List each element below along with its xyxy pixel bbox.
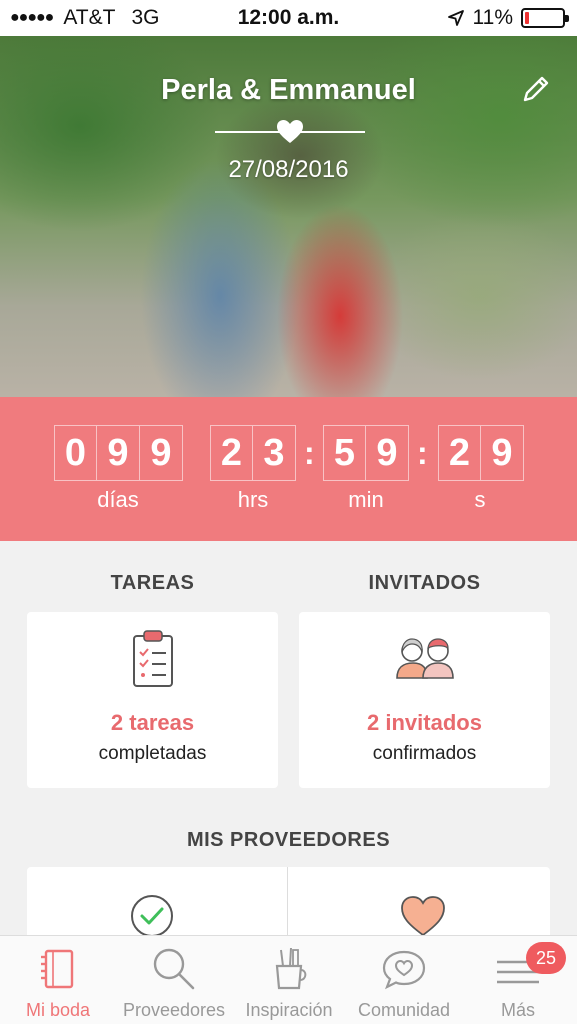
tasks-count: 2 tareas <box>110 710 195 735</box>
location-arrow-icon <box>447 10 464 26</box>
tab-inspiracion[interactable]: Inspiración <box>236 936 342 1024</box>
seconds-label: s <box>474 487 486 512</box>
battery-icon <box>521 8 569 28</box>
minutes-digit: 9 <box>366 425 409 481</box>
hours-digit: 3 <box>253 425 296 481</box>
status-right: 11% <box>447 6 569 30</box>
countdown-seconds: 2 9 <box>438 425 524 481</box>
seconds-digit: 9 <box>481 425 524 481</box>
hours-digit: 2 <box>210 425 253 481</box>
chat-heart-icon <box>382 950 426 990</box>
guests-count: 2 invitados <box>367 710 482 735</box>
tasks-subtitle: completadas <box>98 743 207 764</box>
check-circle-icon <box>131 895 173 937</box>
notebook-icon <box>41 949 74 989</box>
countdown-minutes: 5 9 <box>323 425 409 481</box>
search-icon <box>153 948 195 990</box>
guests-card[interactable]: 2 invitados confirmados <box>299 612 550 788</box>
tab-label: Mi boda <box>25 1000 91 1020</box>
heart-icon <box>401 896 445 937</box>
tab-label: Más <box>500 1000 535 1020</box>
tab-label: Proveedores <box>122 1000 226 1020</box>
battery-percent: 11% <box>472 6 513 29</box>
tab-mas[interactable]: Más 25 <box>478 936 566 1024</box>
tasks-heading: TAREAS <box>110 572 195 594</box>
tab-mi-boda[interactable]: Mi boda <box>8 936 108 1024</box>
days-digit: 0 <box>54 425 97 481</box>
tab-comunidad[interactable]: Comunidad <box>350 936 458 1024</box>
notification-badge: 25 <box>526 942 566 974</box>
tasks-card[interactable]: 2 tareas completadas <box>27 612 278 788</box>
edit-pencil-icon[interactable] <box>519 72 553 106</box>
guests-couple-icon <box>395 638 454 679</box>
tools-cup-icon <box>275 947 307 990</box>
countdown-hours: 2 3 <box>210 425 296 481</box>
countdown-days: 0 9 9 <box>54 425 183 481</box>
seconds-digit: 2 <box>438 425 481 481</box>
countdown-panel: 0 9 9 2 3 : 5 9 : 2 9 días hrs min s <box>0 397 577 541</box>
clipboard-checklist-icon <box>132 630 173 687</box>
tab-label: Inspiración <box>245 1000 333 1020</box>
minutes-label: min <box>348 487 384 512</box>
days-label: días <box>97 487 139 512</box>
minutes-digit: 5 <box>323 425 366 481</box>
heart-icon <box>277 120 303 143</box>
couple-photo-header: Perla & Emmanuel 27/08/2016 <box>0 36 577 397</box>
battery-level <box>525 12 529 24</box>
bottom-tab-bar: Mi boda Proveedores Inspiración Comunida… <box>0 935 577 1024</box>
time-separator: : <box>417 435 428 471</box>
guests-heading: INVITADOS <box>368 572 481 594</box>
couple-names: Perla & Emmanuel <box>161 74 416 106</box>
tab-proveedores[interactable]: Proveedores <box>116 936 232 1024</box>
status-bar: ●●●●● AT&T 3G 12:00 a.m. 11% <box>0 0 577 36</box>
hero-divider <box>215 120 365 143</box>
tab-label: Comunidad <box>357 1000 451 1020</box>
time-separator: : <box>304 435 315 471</box>
days-digit: 9 <box>97 425 140 481</box>
hours-label: hrs <box>237 487 269 512</box>
days-digit: 9 <box>140 425 183 481</box>
providers-heading: MIS PROVEEDORES <box>186 829 391 851</box>
wedding-date: 27/08/2016 <box>228 156 349 183</box>
guests-subtitle: confirmados <box>372 743 477 764</box>
